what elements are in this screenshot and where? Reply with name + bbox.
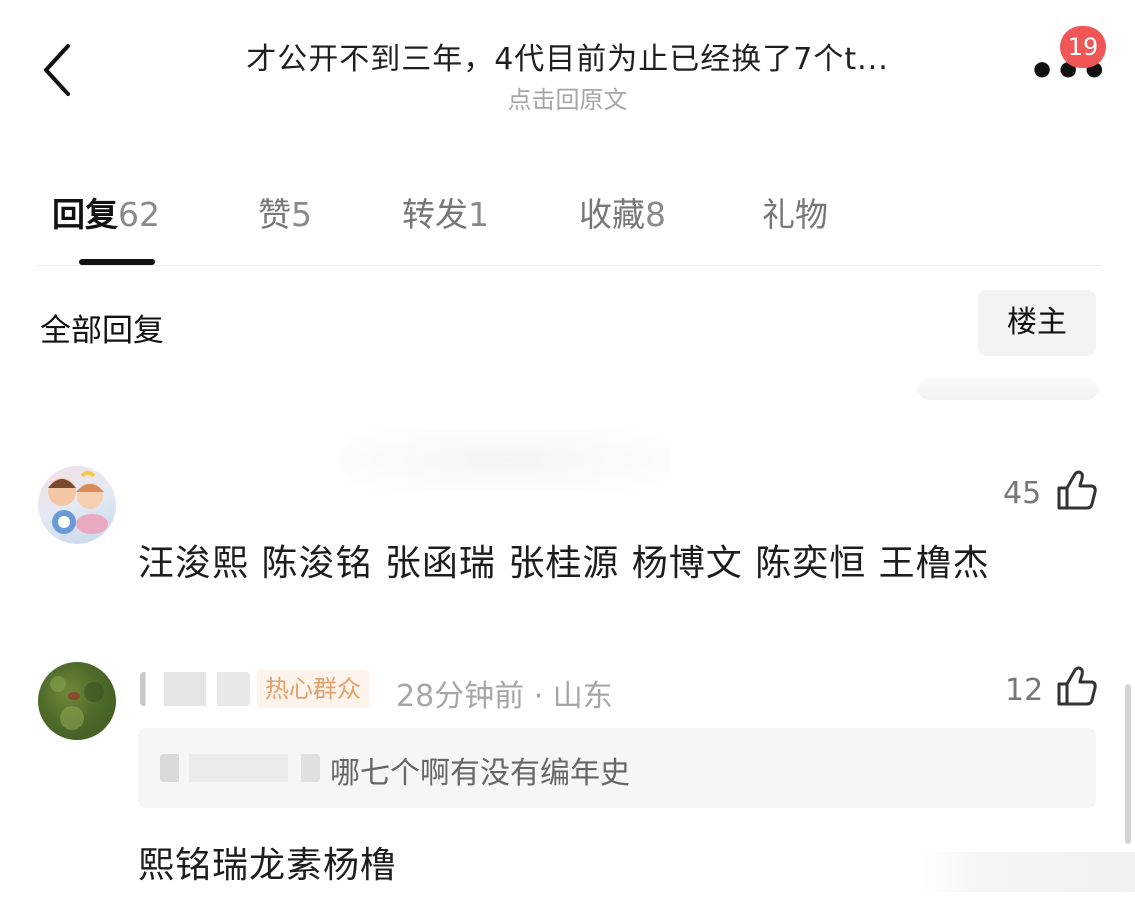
quoted-username-redacted (160, 754, 320, 782)
tab-reposts[interactable]: 转发1 (402, 188, 489, 236)
tab-label: 回复 (52, 195, 118, 234)
op-only-button[interactable]: 楼主 (978, 290, 1096, 356)
tab-label: 转发 (402, 195, 468, 234)
comment-text: 汪浚熙 陈浚铭 张函瑞 张桂源 杨博文 陈奕恒 王橹杰 (138, 543, 990, 584)
avatar-illustration (50, 676, 104, 730)
avatar[interactable] (38, 662, 116, 740)
comment-meta: 28分钟前 · 山东 (396, 679, 613, 714)
scrollbar[interactable] (1125, 684, 1131, 844)
quoted-text: 哪七个啊有没有编年史 (330, 756, 630, 791)
faint-bar (918, 378, 1098, 400)
tab-count: 62 (118, 195, 160, 234)
avatar-illustration (48, 471, 108, 534)
tab-gifts[interactable]: 礼物 (762, 188, 828, 236)
tab-count: 1 (468, 195, 489, 234)
fan-badge: 热心群众 (257, 670, 369, 708)
username-redacted[interactable] (140, 672, 250, 706)
comment-text: 熙铭瑞龙素杨橹 (138, 845, 398, 886)
tab-label: 赞 (258, 195, 291, 234)
watermark (920, 852, 1135, 892)
tab-count: 5 (291, 195, 312, 234)
like-count: 12 (1005, 673, 1044, 708)
thumbs-up-icon[interactable] (1055, 468, 1099, 512)
tab-label: 收藏 (579, 195, 645, 234)
chevron-left-icon (44, 44, 70, 96)
tab-count: 8 (645, 195, 666, 234)
like-count: 45 (1003, 476, 1042, 511)
notification-badge: 19 (1060, 26, 1106, 68)
avatar[interactable] (38, 466, 116, 544)
tab-favorites[interactable]: 收藏8 (579, 188, 666, 236)
tab-label: 礼物 (762, 195, 828, 234)
thumbs-up-icon[interactable] (1055, 664, 1099, 708)
post-title[interactable]: 才公开不到三年，4代目前为止已经换了7个t... (120, 34, 1015, 78)
all-replies-label: 全部回复 (40, 313, 164, 349)
blurred-region (340, 430, 670, 490)
back-button[interactable] (38, 42, 78, 98)
back-to-original-link[interactable]: 点击回原文 (120, 80, 1015, 115)
tab-likes[interactable]: 赞5 (258, 188, 312, 236)
tab-replies[interactable]: 回复62 (52, 188, 160, 236)
divider (36, 265, 1101, 266)
